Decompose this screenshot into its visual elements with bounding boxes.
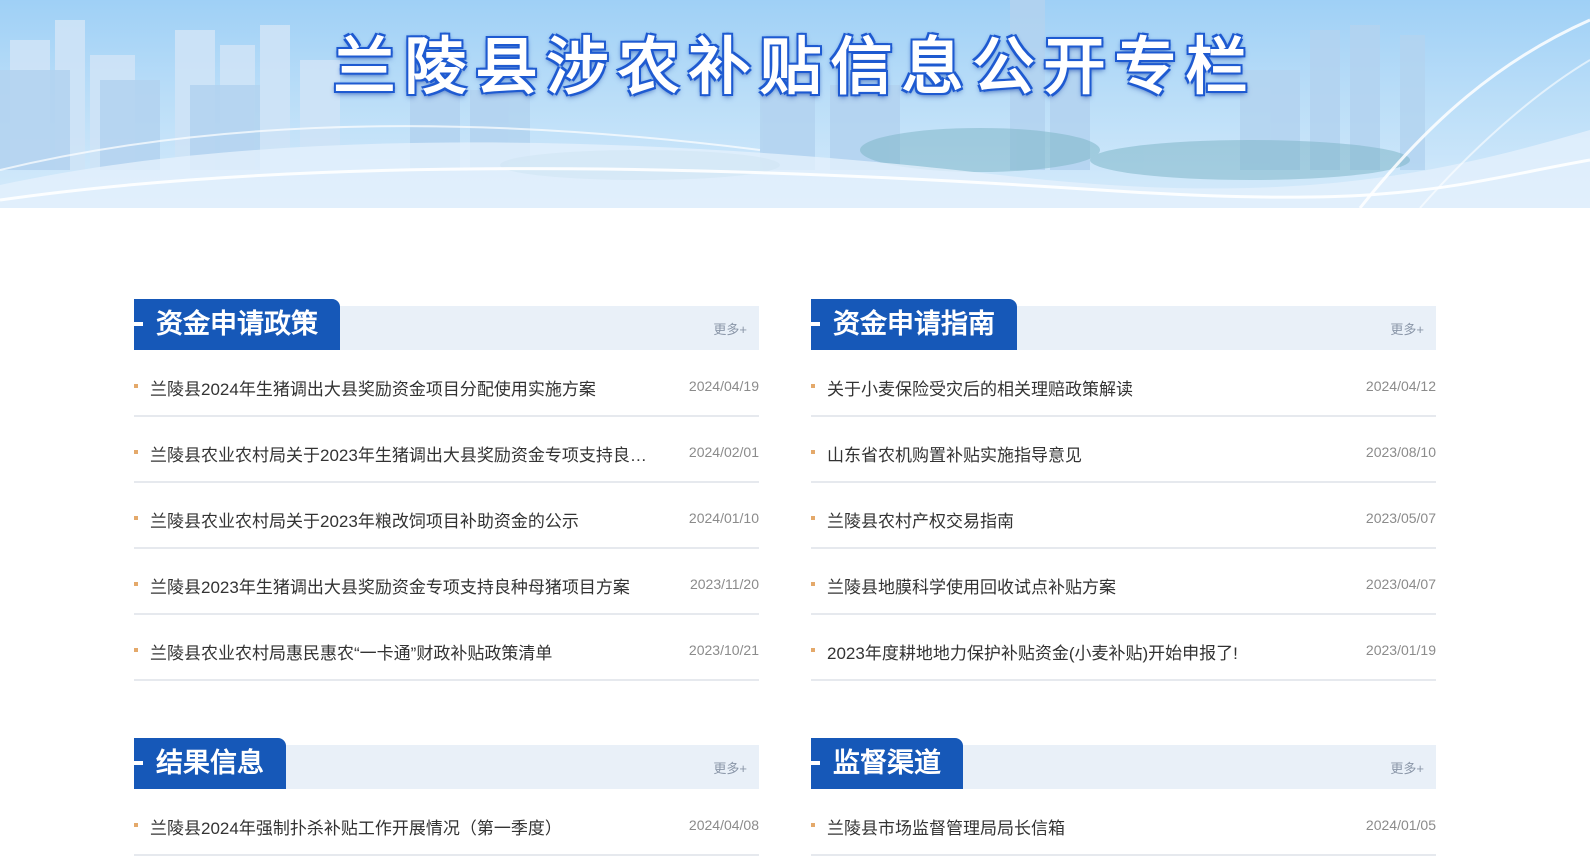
item-title[interactable]: 兰陵县2023年生猪调出大县奖励资金专项支持良种母猪项目方案 <box>150 573 660 598</box>
item-date: 2024/04/12 <box>1365 378 1436 394</box>
item-date: 2023/05/07 <box>1365 510 1436 526</box>
news-list: 兰陵县市场监督管理局局长信箱 2024/01/05 <box>811 790 1436 856</box>
section-fund-policy: 资金申请政策 更多+ 兰陵县2024年生猪调出大县奖励资金项目分配使用实施方案 … <box>134 299 759 681</box>
item-title[interactable]: 兰陵县农村产权交易指南 <box>827 507 1337 532</box>
item-date: 2024/01/05 <box>1365 817 1436 833</box>
item-title[interactable]: 关于小麦保险受灾后的相关理赔政策解读 <box>827 375 1337 400</box>
item-date: 2023/01/19 <box>1365 642 1436 658</box>
list-item[interactable]: 兰陵县农业农村局惠民惠农“一卡通”财政补贴政策清单 2023/10/21 <box>134 615 759 681</box>
list-item[interactable]: 山东省农机购置补贴实施指导意见 2023/08/10 <box>811 417 1436 483</box>
list-item[interactable]: 兰陵县地膜科学使用回收试点补贴方案 2023/04/07 <box>811 549 1436 615</box>
section-title[interactable]: 资金申请政策 <box>134 299 340 350</box>
bullet-icon <box>134 648 138 652</box>
list-item[interactable]: 2023年度耕地地力保护补贴资金(小麦补贴)开始申报了! 2023/01/19 <box>811 615 1436 681</box>
list-item[interactable]: 兰陵县2024年生猪调出大县奖励资金项目分配使用实施方案 2024/04/19 <box>134 351 759 417</box>
bullet-icon <box>134 450 138 454</box>
item-title[interactable]: 兰陵县农业农村局关于2023年生猪调出大县奖励资金专项支持良种母猪项目方案的公示 <box>150 441 660 466</box>
banner-title: 兰陵县涉农补贴信息公开专栏 <box>333 30 1257 103</box>
section-title[interactable]: 监督渠道 <box>811 738 963 789</box>
item-title[interactable]: 兰陵县2024年强制扑杀补贴工作开展情况（第一季度） <box>150 814 660 839</box>
item-date: 2023/10/21 <box>688 642 759 658</box>
bullet-icon <box>134 582 138 586</box>
more-link[interactable]: 更多+ <box>713 319 747 338</box>
item-date: 2023/08/10 <box>1365 444 1436 460</box>
banner: 兰陵县涉农补贴信息公开专栏 <box>0 0 1590 208</box>
list-item[interactable]: 兰陵县农业农村局关于2023年生猪调出大县奖励资金专项支持良种母猪项目方案的公示… <box>134 417 759 483</box>
list-item[interactable]: 兰陵县2023年生猪调出大县奖励资金专项支持良种母猪项目方案 2023/11/2… <box>134 549 759 615</box>
bullet-icon <box>811 516 815 520</box>
item-date: 2024/02/01 <box>688 444 759 460</box>
news-list: 关于小麦保险受灾后的相关理赔政策解读 2024/04/12 山东省农机购置补贴实… <box>811 351 1436 681</box>
section-header: 监督渠道 更多+ <box>811 738 1436 790</box>
section-supervision: 监督渠道 更多+ 兰陵县市场监督管理局局长信箱 2024/01/05 <box>811 738 1436 856</box>
item-date: 2024/04/19 <box>688 378 759 394</box>
section-title[interactable]: 结果信息 <box>134 738 286 789</box>
list-item[interactable]: 兰陵县市场监督管理局局长信箱 2024/01/05 <box>811 790 1436 856</box>
section-result-info: 结果信息 更多+ 兰陵县2024年强制扑杀补贴工作开展情况（第一季度） 2024… <box>134 738 759 856</box>
section-header: 结果信息 更多+ <box>134 738 759 790</box>
more-link[interactable]: 更多+ <box>1390 758 1424 777</box>
item-title[interactable]: 兰陵县农业农村局惠民惠农“一卡通”财政补贴政策清单 <box>150 639 660 664</box>
item-title[interactable]: 兰陵县农业农村局关于2023年粮改饲项目补助资金的公示 <box>150 507 660 532</box>
list-item[interactable]: 兰陵县2024年强制扑杀补贴工作开展情况（第一季度） 2024/04/08 <box>134 790 759 856</box>
item-title[interactable]: 兰陵县地膜科学使用回收试点补贴方案 <box>827 573 1337 598</box>
bullet-icon <box>811 648 815 652</box>
more-link[interactable]: 更多+ <box>1390 319 1424 338</box>
list-item[interactable]: 兰陵县农业农村局关于2023年粮改饲项目补助资金的公示 2024/01/10 <box>134 483 759 549</box>
item-date: 2024/01/10 <box>688 510 759 526</box>
news-list: 兰陵县2024年强制扑杀补贴工作开展情况（第一季度） 2024/04/08 <box>134 790 759 856</box>
more-link[interactable]: 更多+ <box>713 758 747 777</box>
bullet-icon <box>811 384 815 388</box>
section-title[interactable]: 资金申请指南 <box>811 299 1017 350</box>
section-header: 资金申请指南 更多+ <box>811 299 1436 351</box>
section-fund-guide: 资金申请指南 更多+ 关于小麦保险受灾后的相关理赔政策解读 2024/04/12… <box>811 299 1436 681</box>
item-title[interactable]: 2023年度耕地地力保护补贴资金(小麦补贴)开始申报了! <box>827 639 1337 664</box>
item-title[interactable]: 兰陵县2024年生猪调出大县奖励资金项目分配使用实施方案 <box>150 375 660 400</box>
item-title[interactable]: 山东省农机购置补贴实施指导意见 <box>827 441 1337 466</box>
bullet-icon <box>134 384 138 388</box>
bullet-icon <box>134 823 138 827</box>
item-date: 2023/04/07 <box>1365 576 1436 592</box>
item-date: 2024/04/08 <box>688 817 759 833</box>
list-item[interactable]: 关于小麦保险受灾后的相关理赔政策解读 2024/04/12 <box>811 351 1436 417</box>
item-date: 2023/11/20 <box>689 576 759 592</box>
item-title[interactable]: 兰陵县市场监督管理局局长信箱 <box>827 814 1337 839</box>
list-item[interactable]: 兰陵县农村产权交易指南 2023/05/07 <box>811 483 1436 549</box>
bullet-icon <box>134 516 138 520</box>
bullet-icon <box>811 450 815 454</box>
section-header: 资金申请政策 更多+ <box>134 299 759 351</box>
bullet-icon <box>811 823 815 827</box>
bullet-icon <box>811 582 815 586</box>
news-list: 兰陵县2024年生猪调出大县奖励资金项目分配使用实施方案 2024/04/19 … <box>134 351 759 681</box>
